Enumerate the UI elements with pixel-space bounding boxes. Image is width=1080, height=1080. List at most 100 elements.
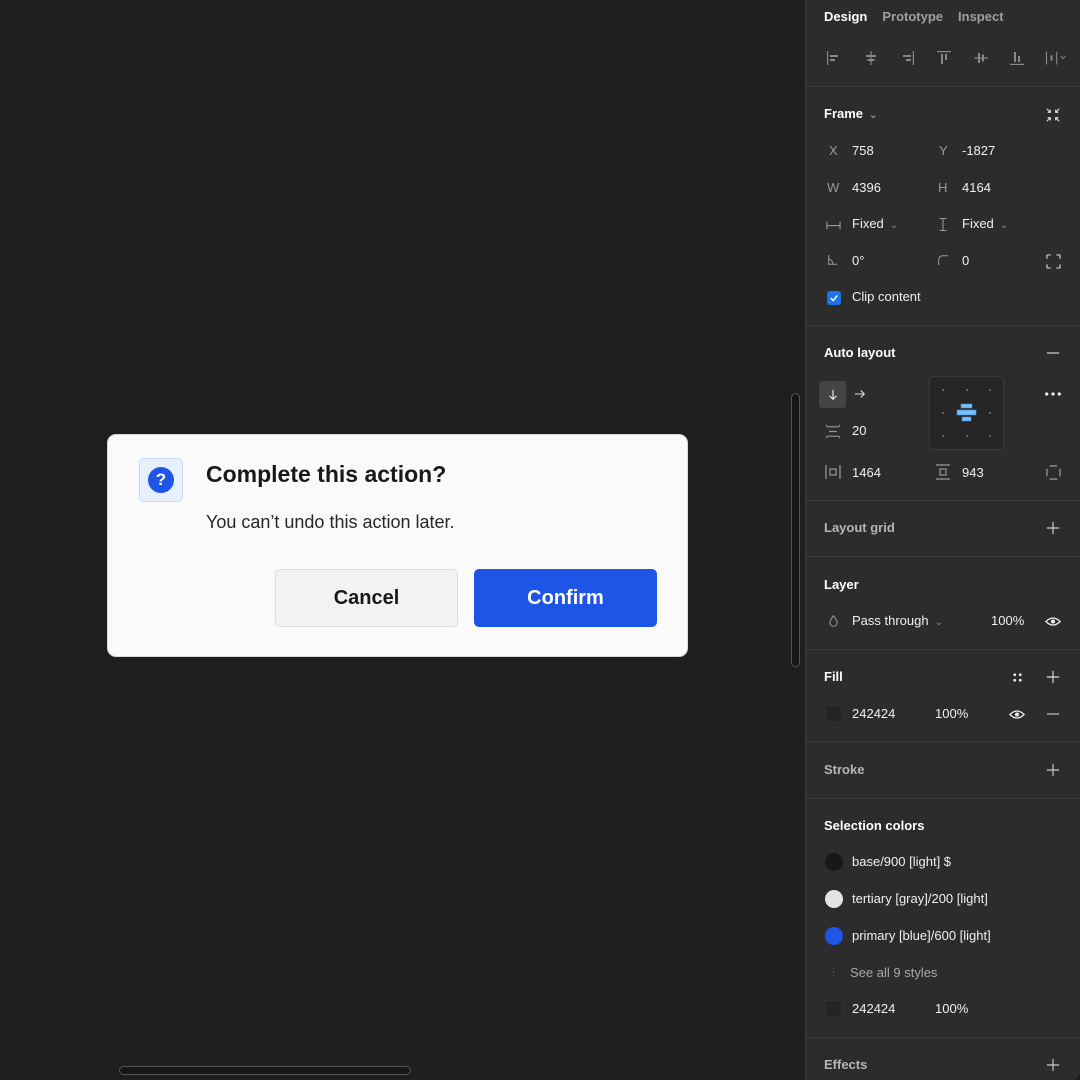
color-swatch[interactable] <box>825 890 843 908</box>
selection-color-label[interactable]: base/900 [light] $ <box>852 854 951 869</box>
align-right-icon[interactable] <box>897 48 917 68</box>
design-canvas[interactable]: ? Complete this action? You can’t undo t… <box>0 0 805 1080</box>
vertical-padding-input[interactable]: 943 <box>962 465 984 480</box>
center-alignment-icon <box>956 403 977 422</box>
confirm-button[interactable]: Confirm <box>474 569 657 627</box>
horizontal-resizing-dropdown[interactable]: Fixed ⌄ <box>852 216 898 231</box>
arrow-down-icon <box>828 389 837 400</box>
horizontal-resize-icon <box>825 217 841 233</box>
divider <box>806 86 1080 87</box>
eye-icon[interactable] <box>1044 612 1062 630</box>
vertical-resizing-dropdown[interactable]: Fixed ⌄ <box>962 216 1008 231</box>
independent-corners-icon[interactable] <box>1044 252 1062 270</box>
alignment-toolbar <box>824 48 1072 68</box>
tab-inspect[interactable]: Inspect <box>958 9 1004 24</box>
dialog-icon-container: ? <box>139 458 183 502</box>
layer-opacity-input[interactable]: 100% <box>991 613 1024 628</box>
horizontal-scrollbar[interactable] <box>119 1066 411 1075</box>
style-grid-icon[interactable] <box>1008 668 1026 686</box>
chevron-down-icon: ⌄ <box>869 110 878 121</box>
add-effect-icon[interactable] <box>1044 1056 1062 1074</box>
clip-content-checkbox[interactable] <box>827 291 841 305</box>
spacing-input[interactable]: 20 <box>852 423 866 438</box>
divider <box>806 325 1080 326</box>
effects-title: Effects <box>824 1057 868 1072</box>
fill-hex-input[interactable]: 242424 <box>852 706 895 721</box>
vertical-scrollbar[interactable] <box>791 393 800 667</box>
color-swatch[interactable] <box>825 927 843 945</box>
more-options-icon[interactable] <box>1043 386 1063 402</box>
confirmation-dialog[interactable]: ? Complete this action? You can’t undo t… <box>107 434 688 657</box>
fill-title: Fill <box>824 669 843 684</box>
frame-section-title[interactable]: Frame ⌄ <box>824 106 877 121</box>
see-all-styles-link[interactable]: See all 9 styles <box>850 965 937 980</box>
divider <box>806 500 1080 501</box>
individual-padding-icon[interactable] <box>1044 463 1062 481</box>
properties-panel: Design Prototype Inspect Frame ⌄ X 758 Y… <box>805 0 1080 1080</box>
extra-color-opacity[interactable]: 100% <box>935 1001 968 1016</box>
alignment-grid[interactable] <box>929 376 1004 450</box>
divider <box>806 1037 1080 1038</box>
align-vertical-center-icon[interactable] <box>971 48 991 68</box>
chevron-down-icon: ⌄ <box>934 617 943 628</box>
selection-colors-title: Selection colors <box>824 818 925 833</box>
frame-title: Frame <box>824 106 864 121</box>
align-top-icon[interactable] <box>934 48 954 68</box>
eye-icon[interactable] <box>1008 705 1026 723</box>
remove-fill-icon[interactable] <box>1044 705 1062 723</box>
chevron-down-icon: ⌄ <box>889 220 899 231</box>
width-input[interactable]: 4396 <box>852 180 881 195</box>
blend-mode-icon <box>826 613 840 629</box>
clip-content-label: Clip content <box>852 289 921 304</box>
add-stroke-icon[interactable] <box>1044 761 1062 779</box>
blend-mode-dropdown[interactable]: Pass through ⌄ <box>852 613 943 628</box>
vertical-padding-icon <box>935 464 951 480</box>
x-input[interactable]: 758 <box>852 143 874 158</box>
cancel-button[interactable]: Cancel <box>275 569 458 627</box>
collapse-icon[interactable] <box>1044 106 1062 124</box>
x-label: X <box>829 143 838 158</box>
tab-prototype[interactable]: Prototype <box>882 9 943 24</box>
distribute-icon[interactable] <box>1044 48 1072 68</box>
divider <box>806 798 1080 799</box>
height-input[interactable]: 4164 <box>962 180 991 195</box>
chevron-down-icon: ⌄ <box>999 220 1009 231</box>
horizontal-padding-input[interactable]: 1464 <box>852 465 881 480</box>
remove-auto-layout-icon[interactable] <box>1044 344 1062 362</box>
corner-radius-input[interactable]: 0 <box>962 253 969 268</box>
align-left-icon[interactable] <box>824 48 844 68</box>
vertical-resize-icon <box>936 216 950 232</box>
tab-design[interactable]: Design <box>824 9 867 24</box>
rotation-input[interactable]: 0° <box>852 253 864 268</box>
align-horizontal-center-icon[interactable] <box>861 48 881 68</box>
w-label: W <box>827 180 840 195</box>
direction-horizontal-button[interactable] <box>852 386 868 402</box>
dialog-title: Complete this action? <box>206 461 447 487</box>
align-bottom-icon[interactable] <box>1007 48 1027 68</box>
spacing-icon <box>825 422 841 440</box>
rotation-icon <box>826 253 840 267</box>
h-label: H <box>938 180 948 195</box>
corner-radius-icon <box>936 253 950 267</box>
divider <box>806 556 1080 557</box>
color-swatch[interactable] <box>825 853 843 871</box>
extra-color-swatch[interactable] <box>825 1000 842 1017</box>
fill-color-swatch[interactable] <box>825 705 842 722</box>
auto-layout-title: Auto layout <box>824 345 896 360</box>
blend-mode-value: Pass through <box>852 613 929 628</box>
direction-vertical-button[interactable] <box>819 381 846 408</box>
selection-color-label[interactable]: tertiary [gray]/200 [light] <box>852 891 988 906</box>
panel-tabs: Design Prototype Inspect <box>824 9 1019 24</box>
dialog-message: You can’t undo this action later. <box>206 512 455 532</box>
checkmark-icon <box>830 295 838 302</box>
add-fill-icon[interactable] <box>1044 668 1062 686</box>
vertical-resizing-value: Fixed <box>962 216 994 231</box>
fill-opacity-input[interactable]: 100% <box>935 706 968 721</box>
divider <box>806 649 1080 650</box>
stroke-title: Stroke <box>824 762 865 777</box>
extra-color-hex[interactable]: 242424 <box>852 1001 895 1016</box>
selection-color-label[interactable]: primary [blue]/600 [light] <box>852 928 991 943</box>
add-layout-grid-icon[interactable] <box>1044 519 1062 537</box>
vertical-dots-icon <box>828 965 838 979</box>
y-input[interactable]: -1827 <box>962 143 995 158</box>
